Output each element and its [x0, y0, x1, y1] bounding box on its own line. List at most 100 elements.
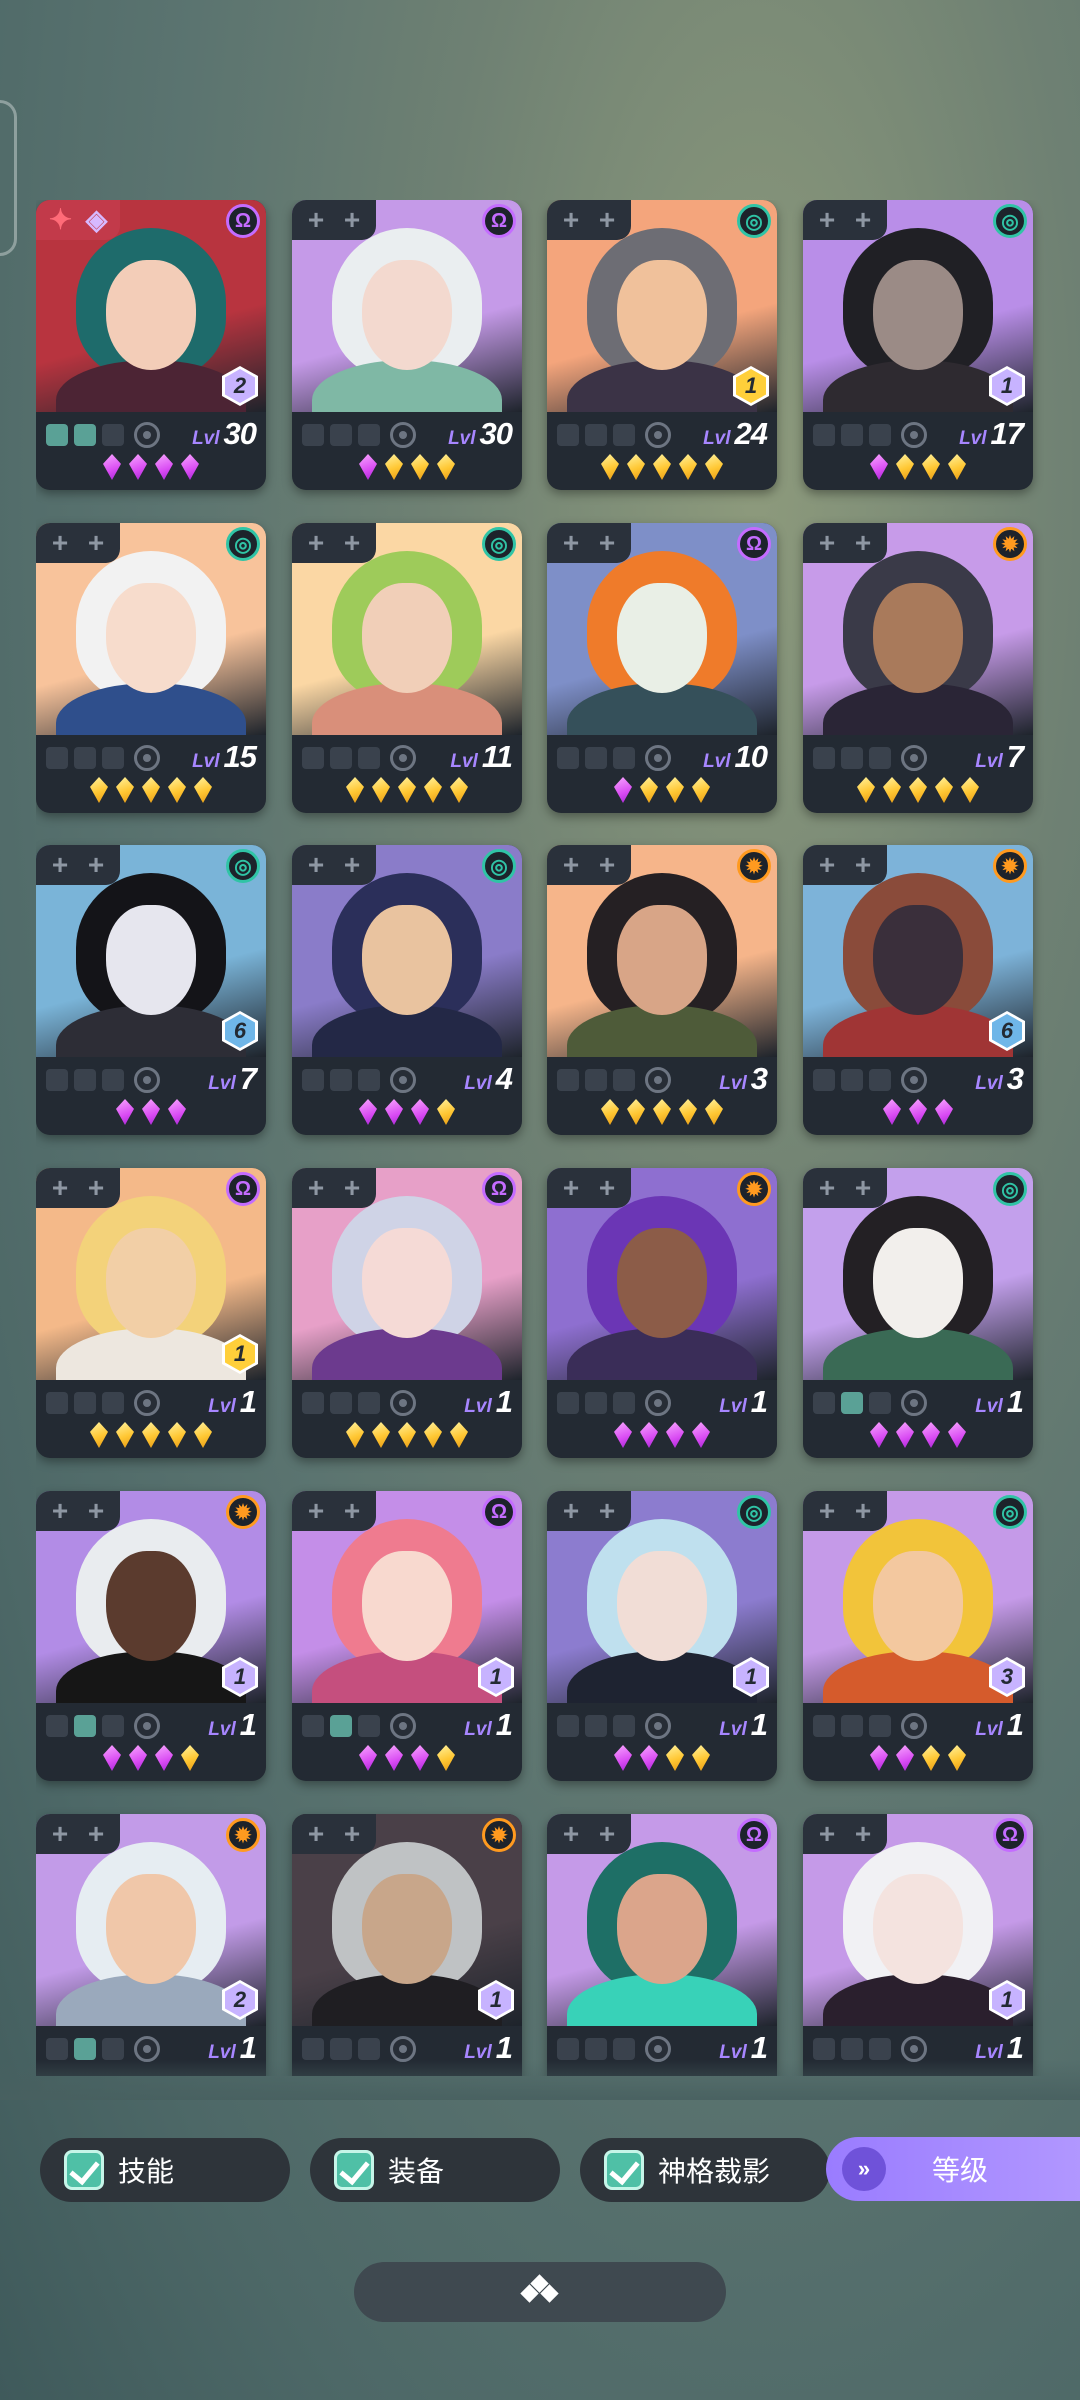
star-gems: [803, 1422, 1033, 1448]
add-slot-buttons[interactable]: + +: [803, 1814, 887, 1854]
equipment-slot: [358, 1069, 380, 1091]
add-slot-buttons[interactable]: + +: [547, 523, 631, 563]
hero-card[interactable]: + + Ω 1 Lvl 1: [292, 1491, 522, 1781]
hero-level: Lvl 17: [959, 416, 1024, 452]
equipment-filter-toggle[interactable]: 装备: [310, 2138, 560, 2202]
hero-card[interactable]: + + ◎ Lvl 4: [292, 845, 522, 1135]
hero-card[interactable]: + + ◎ 1 Lvl 24: [547, 200, 777, 490]
plus-icon: +: [307, 527, 325, 558]
hero-card[interactable]: + + Ω Lvl 10: [547, 523, 777, 813]
gold-gem-icon: [142, 1422, 160, 1448]
purple-gem-icon: [948, 1422, 966, 1448]
hero-card[interactable]: + + ◎ 1 Lvl 1: [547, 1491, 777, 1781]
level-label: Lvl: [959, 428, 987, 449]
level-label: Lvl: [448, 428, 476, 449]
skills-filter-toggle[interactable]: 技能: [40, 2138, 290, 2202]
gold-gem-icon: [437, 1099, 455, 1125]
add-slot-buttons[interactable]: + +: [36, 845, 120, 885]
plus-icon: +: [598, 527, 616, 558]
hero-card[interactable]: + + Ω Lvl 30: [292, 200, 522, 490]
hero-card[interactable]: + + ✹ 2 Lvl 1: [36, 1814, 266, 2076]
equipment-slot: [869, 2038, 891, 2060]
gold-gem-icon: [653, 1099, 671, 1125]
hero-card[interactable]: + + ◎ Lvl 15: [36, 523, 266, 813]
hero-card[interactable]: + + ✹ Lvl 1: [547, 1168, 777, 1458]
add-slot-buttons[interactable]: + +: [547, 845, 631, 885]
add-slot-buttons[interactable]: + +: [803, 845, 887, 885]
add-slot-buttons[interactable]: + +: [803, 1168, 887, 1208]
divine-shadow-filter-toggle[interactable]: 神格裁影: [580, 2138, 830, 2202]
add-slot-buttons[interactable]: + +: [803, 200, 887, 240]
hero-face: [873, 905, 963, 1015]
gold-gem-icon: [398, 777, 416, 803]
side-drawer-tab[interactable]: [0, 100, 17, 256]
gold-gem-icon: [385, 454, 403, 480]
gold-gem-icon: [705, 1099, 723, 1125]
add-slot-buttons[interactable]: + +: [803, 1491, 887, 1531]
hero-card[interactable]: + + Ω Lvl 1: [292, 1168, 522, 1458]
spiral-class-icon: ◎: [226, 527, 260, 561]
hero-card[interactable]: + + ✹ 1 Lvl 1: [36, 1491, 266, 1781]
star-gems: [547, 1099, 777, 1125]
bottom-menu-bar[interactable]: [354, 2262, 726, 2322]
hero-card[interactable]: + + ◎ 1 Lvl 17: [803, 200, 1033, 490]
equipment-slots: [557, 1390, 671, 1416]
aperture-icon: [134, 1713, 160, 1739]
plus-icon: +: [87, 1818, 105, 1849]
equipment-slot: [813, 424, 835, 446]
aperture-icon: [390, 745, 416, 771]
add-slot-buttons[interactable]: + +: [292, 200, 376, 240]
equipment-slot: [613, 1715, 635, 1737]
hero-card[interactable]: + + ✹ Lvl 3: [547, 845, 777, 1135]
level-number: 15: [223, 739, 257, 774]
equipment-slot: [74, 747, 96, 769]
add-slot-buttons[interactable]: + +: [547, 1814, 631, 1854]
add-slot-buttons[interactable]: + +: [36, 1814, 120, 1854]
hero-card[interactable]: ✦ ◈ Ω 2 Lvl 30: [36, 200, 266, 490]
purple-gem-icon: [922, 1422, 940, 1448]
gold-gem-icon: [194, 777, 212, 803]
hero-card[interactable]: + + ◎ 6 Lvl 7: [36, 845, 266, 1135]
hero-card[interactable]: + + ✹ 1 Lvl 1: [292, 1814, 522, 2076]
plus-icon: +: [818, 204, 836, 235]
star-gems: [292, 777, 522, 803]
plus-icon: +: [854, 1172, 872, 1203]
add-slot-buttons[interactable]: + +: [292, 1491, 376, 1531]
hero-card[interactable]: + + Ω 1 Lvl 1: [803, 1814, 1033, 2076]
add-slot-buttons[interactable]: + +: [36, 523, 120, 563]
add-slot-buttons[interactable]: + +: [803, 523, 887, 563]
omega-class-icon: Ω: [226, 204, 260, 238]
plus-icon: +: [343, 204, 361, 235]
plus-icon: +: [87, 849, 105, 880]
equipment-slot: [585, 2038, 607, 2060]
add-slot-buttons[interactable]: + +: [547, 1491, 631, 1531]
aperture-icon: [390, 2036, 416, 2062]
gold-gem-icon: [627, 1099, 645, 1125]
purple-gem-icon: [870, 1422, 888, 1448]
aperture-icon: [645, 1067, 671, 1093]
add-slot-buttons[interactable]: ✦ ◈: [36, 200, 120, 240]
add-slot-buttons[interactable]: + +: [292, 845, 376, 885]
equipment-slot: [102, 1392, 124, 1414]
sort-by-level-button[interactable]: » 等级: [826, 2137, 1080, 2201]
add-slot-buttons[interactable]: + +: [292, 1168, 376, 1208]
star-gems: [547, 1422, 777, 1448]
hero-card[interactable]: + + ◎ Lvl 1: [803, 1168, 1033, 1458]
add-slot-buttons[interactable]: + +: [36, 1168, 120, 1208]
star-gems: [36, 1745, 266, 1771]
equipment-slot: [585, 747, 607, 769]
add-slot-buttons[interactable]: + +: [547, 1168, 631, 1208]
add-slot-buttons[interactable]: + +: [292, 523, 376, 563]
hero-card[interactable]: + + ✹ 6 Lvl 3: [803, 845, 1033, 1135]
hero-card[interactable]: + + ◎ Lvl 11: [292, 523, 522, 813]
add-slot-buttons[interactable]: + +: [547, 200, 631, 240]
add-slot-buttons[interactable]: + +: [292, 1814, 376, 1854]
aperture-icon: [645, 422, 671, 448]
hero-card[interactable]: + + ◎ 3 Lvl 1: [803, 1491, 1033, 1781]
omega-class-icon: Ω: [482, 204, 516, 238]
hero-card[interactable]: + + Ω 1 Lvl 1: [36, 1168, 266, 1458]
hero-card[interactable]: + + ✹ Lvl 7: [803, 523, 1033, 813]
hero-card[interactable]: + + Ω Lvl 1: [547, 1814, 777, 2076]
add-slot-buttons[interactable]: + +: [36, 1491, 120, 1531]
plus-icon: +: [818, 527, 836, 558]
